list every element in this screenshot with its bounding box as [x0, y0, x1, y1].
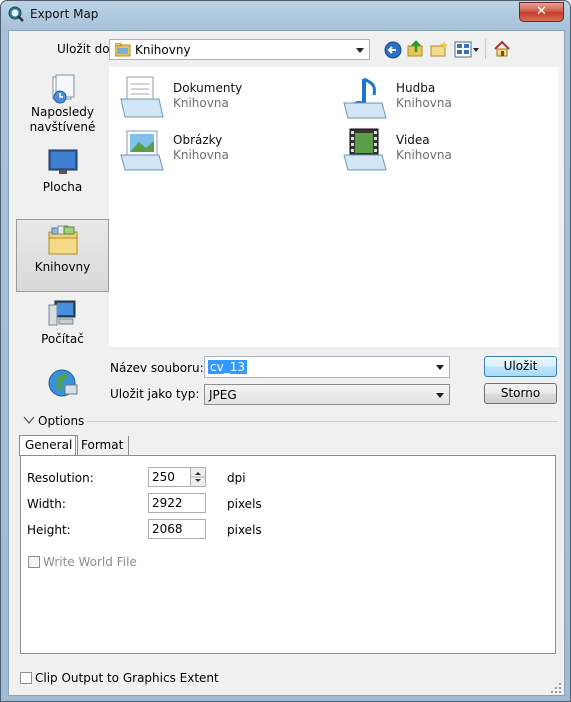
item-type: Knihovna [173, 96, 229, 110]
list-item[interactable]: Dokumenty Knihovna [115, 75, 315, 119]
chevron-down-icon[interactable] [23, 416, 35, 425]
place-libraries[interactable]: Knihovny [16, 219, 109, 292]
width-value: 2922 [152, 496, 183, 510]
file-list[interactable]: Dokumenty Knihovna Hudba Knihovna Obrázk… [109, 67, 559, 347]
list-item[interactable]: Videa Knihovna [338, 127, 538, 171]
location-combo[interactable]: Knihovny [109, 39, 370, 60]
close-button[interactable]: ✕ [519, 2, 564, 22]
filename-input[interactable]: cv_13 [204, 356, 450, 378]
options-toggle[interactable]: Options [38, 414, 84, 428]
network-icon [48, 369, 77, 397]
resize-grip-icon[interactable] [551, 683, 562, 694]
documents-library-icon [120, 76, 164, 118]
clip-output-label: Clip Output to Graphics Extent [35, 671, 219, 685]
music-library-icon [343, 77, 387, 119]
computer-icon [48, 300, 75, 326]
height-label: Height: [27, 523, 71, 537]
filetype-value: JPEG [209, 388, 237, 402]
spin-arrows-icon[interactable] [191, 468, 205, 486]
new-folder-icon[interactable] [430, 40, 448, 58]
resolution-label: Resolution: [27, 471, 94, 485]
videos-library-icon [343, 128, 387, 171]
place-label: Počítač [41, 332, 84, 346]
height-value: 2068 [152, 522, 183, 536]
filetype-select[interactable]: JPEG [204, 384, 450, 405]
location-value: Knihovny [135, 43, 191, 57]
place-desktop[interactable]: Plocha [16, 147, 109, 199]
places-bar: Naposledy navštívené Plocha Knihovny Poč… [16, 67, 109, 397]
item-name: Obrázky [173, 133, 223, 147]
general-panel: Resolution: 250 dpi Width: 2922 pixels H… [20, 455, 556, 654]
filename-label: Název souboru: [110, 361, 204, 375]
list-item[interactable]: Obrázky Knihovna [115, 127, 315, 171]
desktop-icon [48, 149, 77, 174]
height-field[interactable]: 2068 [148, 519, 206, 539]
folder-icon [115, 43, 131, 57]
resolution-value: 250 [152, 470, 175, 484]
world-file-checkbox[interactable] [28, 556, 40, 568]
place-label: Knihovny [34, 260, 91, 274]
save-button[interactable]: Uložit [484, 356, 557, 377]
tab-format[interactable]: Format [75, 436, 130, 456]
filetype-label: Uložit jako typ: [110, 387, 200, 401]
app-icon [8, 6, 24, 22]
item-type: Knihovna [396, 148, 452, 162]
toolbar-divider [485, 39, 486, 59]
item-type: Knihovna [173, 148, 229, 162]
width-label: Width: [27, 497, 66, 511]
width-unit: pixels [227, 497, 262, 511]
place-computer[interactable]: Počítač [16, 299, 109, 351]
back-icon[interactable] [384, 41, 402, 59]
resolution-unit: dpi [227, 471, 246, 485]
pictures-library-icon [120, 130, 164, 171]
up-folder-icon[interactable] [407, 40, 425, 58]
filename-value: cv_13 [208, 360, 247, 374]
chevron-down-icon [436, 393, 444, 398]
place-label: Plocha [42, 180, 83, 194]
window-title: Export Map [30, 7, 99, 21]
world-file-label: Write World File [43, 555, 137, 569]
clip-output-checkbox[interactable] [20, 672, 32, 684]
options-divider [87, 421, 557, 422]
recent-places-icon [52, 74, 74, 104]
save-in-label: Uložit do: [57, 42, 114, 56]
chevron-down-icon [356, 48, 364, 53]
item-name: Dokumenty [173, 81, 243, 95]
place-label: Naposledy navštívené [29, 105, 96, 134]
home-icon[interactable] [493, 40, 511, 58]
resolution-spinner[interactable]: 250 [148, 467, 206, 487]
export-map-window: Export Map ✕ Uložit do: Knihovny Naposle… [0, 0, 571, 702]
list-item[interactable]: Hudba Knihovna [338, 75, 538, 119]
place-recent[interactable]: Naposledy navštívené [16, 73, 109, 139]
item-type: Knihovna [396, 96, 452, 110]
tab-general[interactable]: General [19, 435, 79, 456]
item-name: Videa [396, 133, 430, 147]
spin-buttons[interactable] [190, 468, 205, 486]
views-menu-icon[interactable] [454, 41, 480, 59]
item-name: Hudba [396, 81, 436, 95]
title-bar[interactable]: Export Map ✕ [1, 1, 570, 27]
width-field[interactable]: 2922 [148, 493, 206, 513]
cancel-button[interactable]: Storno [484, 383, 557, 404]
libraries-icon [48, 225, 77, 255]
dialog-client: Uložit do: Knihovny Naposledy navštívené… [8, 30, 565, 696]
chevron-down-icon[interactable] [436, 365, 444, 370]
place-network[interactable] [16, 367, 109, 403]
height-unit: pixels [227, 523, 262, 537]
